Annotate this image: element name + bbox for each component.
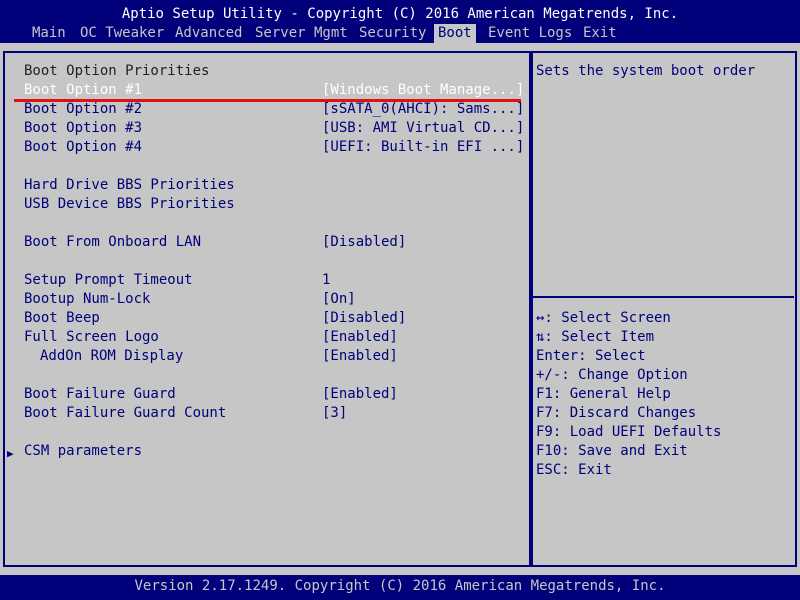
help-key-f1: F1: General Help [536,386,671,402]
numlock-value[interactable]: [On] [322,290,356,309]
window-title: Aptio Setup Utility - Copyright (C) 2016… [121,6,679,22]
failure-guard-count-value[interactable]: [3] [322,404,347,423]
help-key-esc: ESC: Exit [536,462,612,478]
onboard-lan-label[interactable]: Boot From Onboard LAN [24,233,201,252]
full-screen-logo-label[interactable]: Full Screen Logo [24,328,159,347]
usb-device-bbs-link[interactable]: USB Device BBS Priorities [24,195,235,214]
help-key-f9: F9: Load UEFI Defaults [536,424,722,440]
section-heading: Boot Option Priorities [24,63,210,79]
help-key-select-screen: ↔: Select Screen [536,310,671,326]
boot-option-1-label[interactable]: Boot Option #1 [24,81,142,100]
tab-exit[interactable]: Exit [579,24,621,43]
help-key-change-option: +/-: Change Option [536,367,688,383]
failure-guard-count-label[interactable]: Boot Failure Guard Count [24,404,226,423]
tab-main[interactable]: Main [28,24,70,43]
tab-boot[interactable]: Boot [434,24,476,43]
tab-oc-tweaker[interactable]: OC Tweaker [76,24,168,43]
boot-option-3-value[interactable]: [USB: AMI Virtual CD...] [322,119,524,138]
footer-version: Version 2.17.1249. Copyright (C) 2016 Am… [0,575,800,600]
addon-rom-value[interactable]: [Enabled] [322,347,398,366]
menu-bar: Main OC Tweaker Advanced Server Mgmt Sec… [0,24,800,43]
boot-option-2-label[interactable]: Boot Option #2 [24,100,142,119]
csm-parameters-link[interactable]: CSM parameters [24,442,142,461]
submenu-arrow-icon: ▶ [7,447,14,460]
tab-server-mgmt[interactable]: Server Mgmt [251,24,352,43]
boot-beep-value[interactable]: [Disabled] [322,309,406,328]
tab-security[interactable]: Security [355,24,430,43]
onboard-lan-value[interactable]: [Disabled] [322,233,406,252]
prompt-timeout-label[interactable]: Setup Prompt Timeout [24,271,193,290]
boot-option-4-label[interactable]: Boot Option #4 [24,138,142,157]
help-key-select-item: ⇅: Select Item [536,329,655,345]
boot-option-2-value[interactable]: [sSATA_0(AHCI): Sams...] [322,100,524,119]
help-key-f7: F7: Discard Changes [536,405,697,421]
addon-rom-label[interactable]: AddOn ROM Display [40,347,183,366]
boot-option-4-value[interactable]: [UEFI: Built-in EFI ...] [322,138,524,157]
numlock-label[interactable]: Bootup Num-Lock [24,290,150,309]
tab-advanced[interactable]: Advanced [171,24,246,43]
boot-beep-label[interactable]: Boot Beep [24,309,100,328]
boot-option-1-value[interactable]: [Windows Boot Manage...] [322,81,524,100]
help-key-enter: Enter: Select [536,348,646,364]
help-divider [532,296,794,298]
hard-drive-bbs-link[interactable]: Hard Drive BBS Priorities [24,176,235,195]
tab-event-logs[interactable]: Event Logs [484,24,576,43]
help-key-f10: F10: Save and Exit [536,443,688,459]
help-description: Sets the system boot order [536,63,756,79]
content-panel: Boot Option Priorities Boot Option #1 [W… [0,43,800,575]
boot-option-3-label[interactable]: Boot Option #3 [24,119,142,138]
full-screen-logo-value[interactable]: [Enabled] [322,328,398,347]
prompt-timeout-value[interactable]: 1 [322,271,330,290]
failure-guard-value[interactable]: [Enabled] [322,385,398,404]
failure-guard-label[interactable]: Boot Failure Guard [24,385,176,404]
